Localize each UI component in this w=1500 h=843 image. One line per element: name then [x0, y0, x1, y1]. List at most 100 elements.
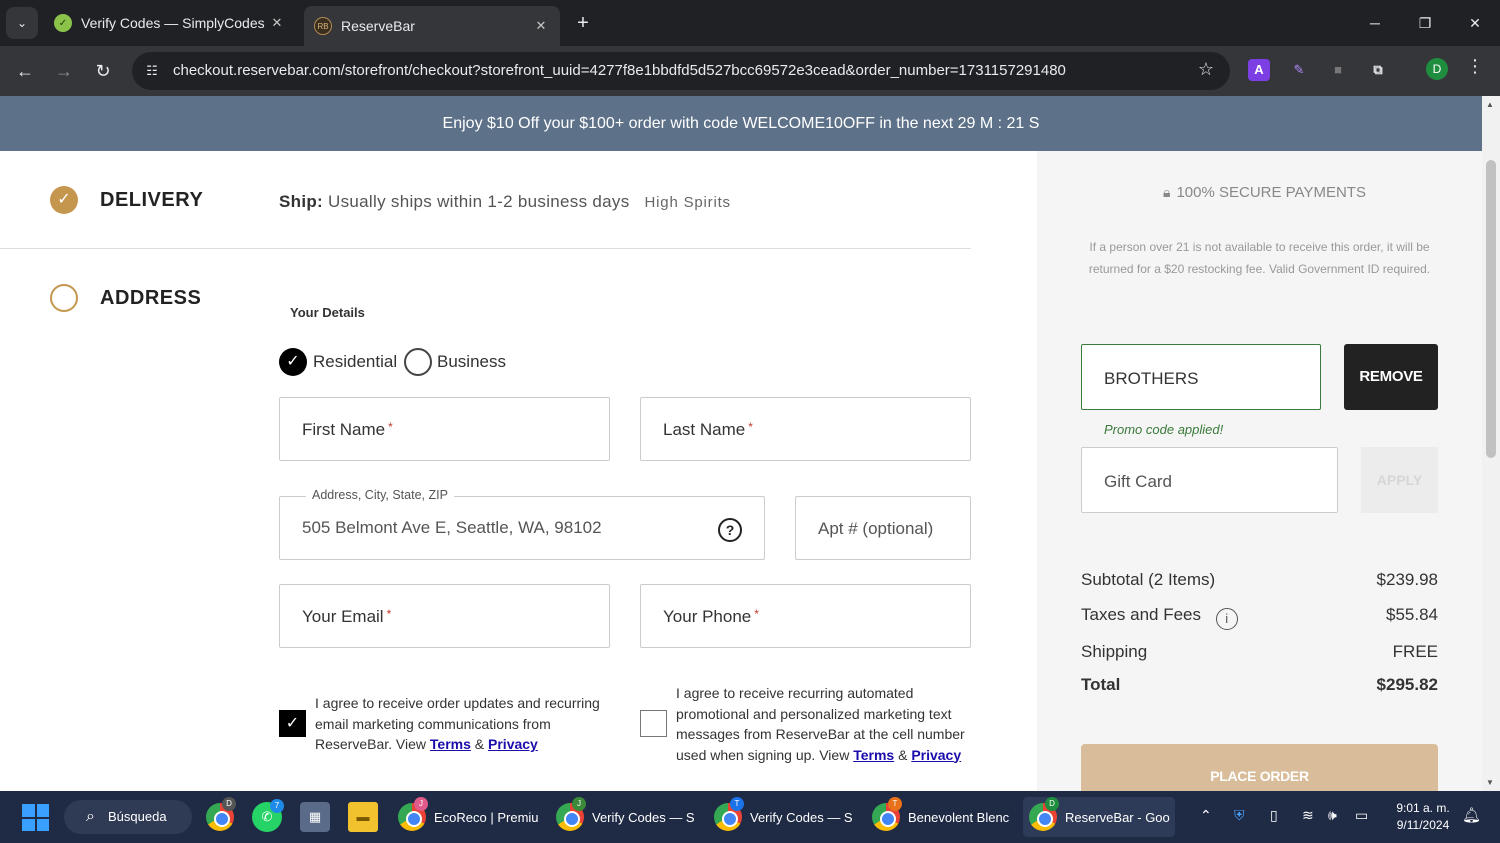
residential-radio[interactable]: ✓ — [279, 348, 307, 376]
apt-field[interactable]: Apt # (optional) — [795, 496, 971, 560]
taskbar-app-verify-codes-1[interactable]: J Verify Codes — S — [550, 797, 702, 837]
check-circle-icon: ✓ — [50, 186, 78, 214]
defender-shield-icon[interactable]: ⛨ — [1234, 807, 1245, 824]
forward-icon[interactable]: → — [49, 56, 79, 86]
taskbar-app-benevolent[interactable]: T Benevolent Blenc — [866, 797, 1018, 837]
last-name-placeholder: Last Name * — [663, 420, 753, 439]
place-order-button[interactable]: PLACE ORDER — [1081, 744, 1438, 791]
help-circle-icon[interactable]: ? — [718, 518, 742, 542]
reload-icon[interactable]: ↻ — [88, 56, 118, 86]
tab-simplycodes[interactable]: ✓ Verify Codes — SimplyCodes ✕ — [44, 6, 296, 40]
calculator-icon[interactable]: ▦ — [300, 802, 330, 832]
chevron-up-icon[interactable]: ⌃ — [1200, 807, 1212, 824]
taskbar-search[interactable]: ⌕ Búsqueda — [64, 800, 192, 834]
sms-consent-checkbox[interactable] — [640, 710, 667, 737]
pen-extension-icon[interactable]: ✎ — [1288, 59, 1310, 81]
scrollbar-thumb[interactable] — [1486, 160, 1496, 458]
site-settings-icon[interactable]: ☷ — [142, 61, 162, 81]
first-name-field[interactable]: First Name * — [279, 397, 610, 461]
close-window-button[interactable]: ✕ — [1452, 8, 1498, 38]
search-icon: ⌕ — [86, 808, 95, 825]
restore-button[interactable]: ❐ — [1402, 8, 1448, 38]
promo-applied-message: Promo code applied! — [1104, 422, 1224, 437]
system-clock[interactable]: 9:01 a. m. 9/11/2024 — [1386, 800, 1460, 834]
privacy-link[interactable]: Privacy — [911, 747, 961, 763]
promo-code-value: BROTHERS — [1104, 369, 1199, 388]
shipping-info: Ship: Usually ships within 1-2 business … — [279, 192, 731, 212]
battery-icon[interactable]: ▭ — [1355, 807, 1368, 824]
scroll-down-icon[interactable]: ▼ — [1486, 778, 1494, 787]
notification-badge: 7 — [270, 799, 284, 813]
email-field[interactable]: Your Email * — [279, 584, 610, 648]
empty-circle-icon — [50, 284, 78, 312]
page-scrollbar[interactable]: ▲ ▼ — [1482, 96, 1500, 791]
promo-code-input[interactable]: BROTHERS — [1081, 344, 1321, 410]
total-label: Total — [1081, 675, 1121, 694]
taskbar-app-reservebar[interactable]: D ReserveBar - Goo — [1023, 797, 1175, 837]
phone-field[interactable]: Your Phone * — [640, 584, 971, 648]
tab-search-button[interactable]: ⌄ — [6, 7, 38, 39]
tab-title: Verify Codes — SimplyCodes — [81, 15, 265, 31]
gift-card-input[interactable]: Gift Card — [1081, 447, 1338, 513]
subtotal-label: Subtotal (2 Items) — [1081, 570, 1216, 589]
address-field[interactable]: Address, City, State, ZIP 505 Belmont Av… — [279, 488, 765, 560]
taxes-row: Taxes and Fees i $55.84 — [1081, 605, 1438, 630]
remove-promo-button[interactable]: REMOVE — [1344, 344, 1438, 410]
profile-avatar[interactable]: D — [1426, 58, 1448, 80]
promo-banner: Enjoy $10 Off your $100+ order with code… — [0, 96, 1482, 151]
windows-start-icon[interactable] — [22, 804, 49, 831]
business-radio[interactable] — [404, 348, 432, 376]
extensions-puzzle-icon[interactable]: ⧉ — [1367, 59, 1389, 81]
address-value: 505 Belmont Ave E, Seattle, WA, 98102 — [302, 518, 602, 537]
email-consent-checkbox[interactable]: ✓ — [279, 710, 306, 737]
business-label[interactable]: Business — [437, 352, 506, 372]
last-name-field[interactable]: Last Name * — [640, 397, 971, 461]
notification-bell-icon[interactable]: 🔔︎ — [1462, 806, 1481, 824]
usb-icon[interactable]: ▯ — [1270, 807, 1278, 824]
close-icon[interactable]: ✕ — [532, 18, 550, 34]
tab-reservebar[interactable]: RB ReserveBar ✕ — [304, 6, 560, 46]
terms-link[interactable]: Terms — [430, 736, 471, 752]
taxes-amount: $55.84 — [1386, 605, 1438, 624]
apply-gift-card-button[interactable]: APPLY — [1361, 447, 1438, 513]
new-tab-button[interactable]: + — [570, 10, 596, 36]
wifi-icon[interactable]: ≋ — [1302, 807, 1314, 824]
shipping-label: Shipping — [1081, 642, 1148, 661]
bookmark-star-icon[interactable]: ☆ — [1198, 59, 1214, 80]
whatsapp-badge-wrap: 7 — [258, 797, 288, 837]
subtotal-row: Subtotal (2 Items) $239.98 — [1081, 570, 1438, 590]
scroll-up-icon[interactable]: ▲ — [1486, 100, 1494, 109]
extension-a-icon[interactable]: A — [1248, 59, 1270, 81]
age-requirement-note: If a person over 21 is not available to … — [1088, 240, 1431, 276]
info-icon[interactable]: i — [1215, 608, 1238, 630]
taskbar-app-verify-codes-2[interactable]: T Verify Codes — S — [708, 797, 860, 837]
profile-badge: D — [1045, 797, 1059, 811]
clock-time: 9:01 a. m. — [1396, 801, 1450, 815]
address-step-title: ADDRESS — [100, 287, 202, 309]
robot-extension-icon[interactable]: ■ — [1327, 59, 1349, 81]
residential-label[interactable]: Residential — [313, 352, 397, 372]
address-bar[interactable]: ☷ checkout.reservebar.com/storefront/che… — [132, 52, 1230, 90]
terms-link[interactable]: Terms — [853, 747, 894, 763]
first-name-placeholder: First Name * — [302, 420, 393, 439]
minimize-button[interactable]: ─ — [1352, 8, 1398, 38]
total-row: Total $295.82 — [1081, 675, 1438, 695]
taskbar-chrome-profile[interactable]: D — [200, 797, 240, 837]
taskbar-search-label: Búsqueda — [108, 809, 167, 824]
phone-placeholder: Your Phone * — [663, 607, 759, 626]
more-menu-icon[interactable]: ⋮ — [1466, 56, 1484, 77]
privacy-link[interactable]: Privacy — [488, 736, 538, 752]
taskbar: ⌕ Búsqueda D ✆ 7 ▦ ▬ J EcoReco | Premiu … — [0, 791, 1500, 843]
total-amount: $295.82 — [1376, 675, 1438, 694]
close-icon[interactable]: ✕ — [268, 15, 286, 31]
your-details-label: Your Details — [290, 305, 365, 320]
back-icon[interactable]: ← — [10, 56, 40, 86]
taskbar-app-ecoreco[interactable]: J EcoReco | Premiu — [392, 797, 544, 837]
page-viewport: Enjoy $10 Off your $100+ order with code… — [0, 96, 1500, 791]
section-divider — [0, 248, 971, 249]
profile-badge: T — [730, 797, 744, 811]
volume-icon[interactable]: 🕪︎ — [1328, 807, 1337, 824]
file-explorer-icon[interactable]: ▬ — [348, 802, 378, 832]
email-consent-text: I agree to receive order updates and rec… — [315, 695, 600, 752]
clock-date: 9/11/2024 — [1396, 818, 1450, 832]
